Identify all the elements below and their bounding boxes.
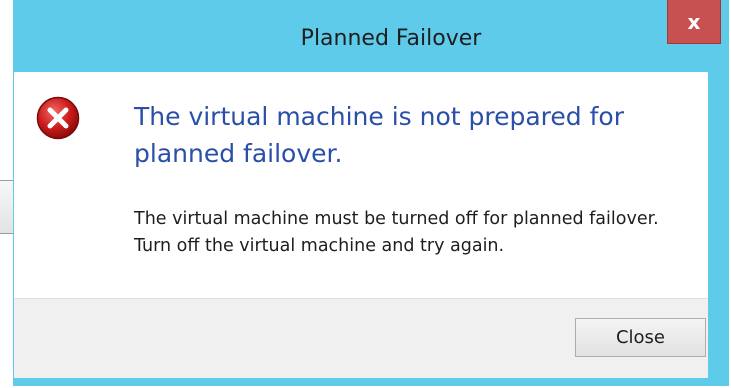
close-button[interactable]: Close — [575, 318, 706, 357]
title-bar[interactable]: Planned Failover x — [13, 0, 729, 72]
dialog-title: Planned Failover — [300, 26, 482, 51]
error-icon — [36, 96, 80, 140]
main-instruction: The virtual machine is not prepared for … — [134, 102, 624, 168]
close-icon: x — [687, 9, 701, 34]
close-window-button[interactable]: x — [667, 0, 721, 44]
dialog-message: The virtual machine must be turned off f… — [134, 209, 659, 256]
